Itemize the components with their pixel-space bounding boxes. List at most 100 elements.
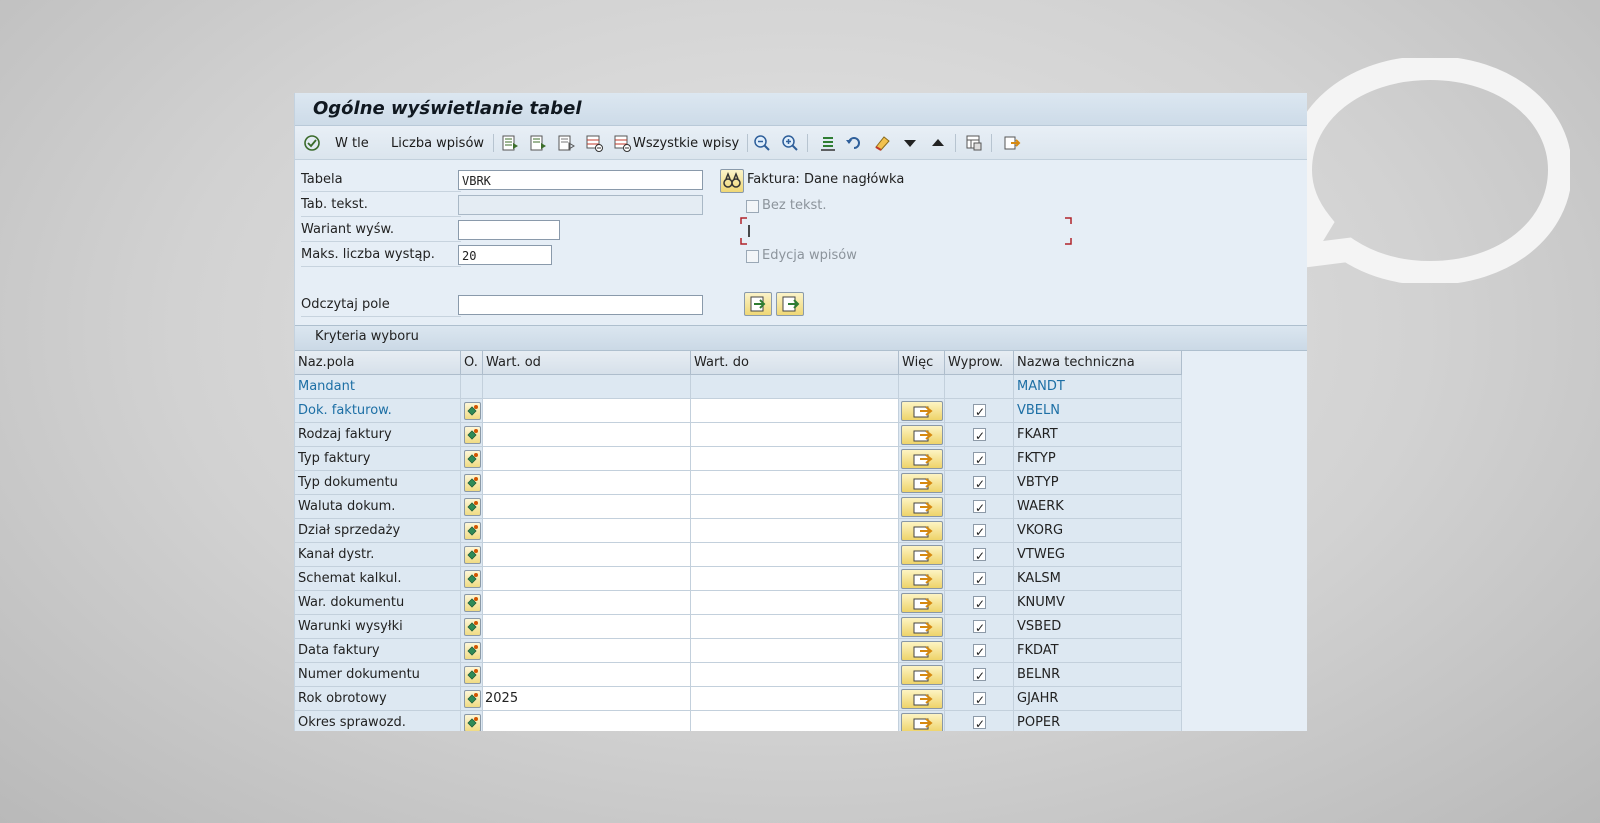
value-from-input[interactable] [483,423,691,447]
col-more[interactable]: Więc [899,351,945,375]
col-field-name[interactable]: Naz.pola [295,351,461,375]
value-from-input[interactable] [483,615,691,639]
multiple-selection-button[interactable] [901,593,943,613]
output-checkbox[interactable] [973,712,986,731]
max-hits-input[interactable]: 20 [458,245,552,265]
value-to-input[interactable] [691,687,899,711]
multiple-selection-button[interactable] [901,617,943,637]
triangle-down-icon[interactable] [901,134,919,152]
selection-option-icon[interactable] [464,426,481,444]
eraser-icon[interactable] [873,134,891,152]
no-text-checkbox[interactable] [746,200,759,213]
multiple-selection-button[interactable] [901,521,943,541]
value-from-input[interactable]: 2025 [483,687,691,711]
value-from-input[interactable] [483,399,691,423]
output-checkbox[interactable] [973,664,986,686]
selection-option-icon[interactable] [464,402,481,420]
col-option[interactable]: O. [461,351,483,375]
value-from-input[interactable] [483,519,691,543]
search-help-button[interactable] [720,169,744,193]
execute-icon[interactable] [303,134,321,152]
multiple-selection-button[interactable] [901,665,943,685]
zoom-in-icon[interactable] [781,134,799,152]
value-from-input[interactable] [483,711,691,731]
selection-option-icon[interactable] [464,666,481,684]
selection-option-icon[interactable] [464,450,481,468]
selection-option-icon[interactable] [464,546,481,564]
value-from-input[interactable] [483,495,691,519]
entry-count-button[interactable]: Liczba wpisów [391,134,484,152]
selection-option-icon[interactable] [464,570,481,588]
triangle-up-icon[interactable] [929,134,947,152]
multiple-selection-button[interactable] [901,569,943,589]
output-checkbox[interactable] [973,592,986,614]
export-icon[interactable] [1003,134,1021,152]
value-to-input[interactable] [691,591,899,615]
edit-entries-checkbox[interactable] [746,250,759,263]
undo-icon[interactable] [845,134,863,152]
value-from-input[interactable] [483,591,691,615]
value-to-input[interactable] [691,471,899,495]
multiple-selection-button[interactable] [901,497,943,517]
all-entries-button[interactable]: Wszystkie wpisy [633,134,739,152]
value-from-input[interactable] [483,447,691,471]
value-to-input[interactable] [691,423,899,447]
multiple-selection-button[interactable] [901,425,943,445]
value-from-input[interactable] [483,663,691,687]
variant-input[interactable] [458,220,560,240]
value-to-input[interactable] [691,447,899,471]
selection-option-icon[interactable] [464,618,481,636]
sort-icon[interactable] [819,134,837,152]
selection-option-icon[interactable] [464,498,481,516]
selection-option-icon[interactable] [464,594,481,612]
multiple-selection-button[interactable] [901,641,943,661]
selection-option-icon[interactable] [464,474,481,492]
read-field-next-button[interactable] [744,292,772,316]
output-checkbox[interactable] [973,520,986,542]
selection-option-icon[interactable] [464,522,481,540]
output-checkbox[interactable] [973,640,986,662]
output-checkbox[interactable] [973,448,986,470]
multiple-selection-button[interactable] [901,713,943,731]
output-checkbox[interactable] [973,424,986,446]
value-to-input[interactable] [691,543,899,567]
selection-option-icon[interactable] [464,642,481,660]
all-entries-icon[interactable] [613,134,631,152]
output-checkbox[interactable] [973,400,986,422]
value-to-input[interactable] [691,663,899,687]
multiple-selection-button[interactable] [901,401,943,421]
multiple-selection-button[interactable] [901,689,943,709]
output-checkbox[interactable] [973,568,986,590]
value-from-input[interactable] [483,543,691,567]
output-checkbox[interactable] [973,496,986,518]
value-from-input[interactable] [483,567,691,591]
zoom-out-icon[interactable] [753,134,771,152]
value-to-input[interactable] [691,615,899,639]
deselect-icon[interactable] [557,134,575,152]
value-to-input[interactable] [691,711,899,731]
select-block-icon[interactable] [529,134,547,152]
selection-option-icon[interactable] [464,714,481,731]
value-to-input[interactable] [691,567,899,591]
col-value-to[interactable]: Wart. do [691,351,899,375]
selection-option-icon[interactable] [464,690,481,708]
output-checkbox[interactable] [973,544,986,566]
multiple-selection-button[interactable] [901,545,943,565]
select-all-icon[interactable] [501,134,519,152]
output-checkbox[interactable] [973,688,986,710]
value-from-input[interactable] [483,471,691,495]
value-to-input[interactable] [691,495,899,519]
col-output[interactable]: Wyprow. [945,351,1014,375]
multiple-selection-button[interactable] [901,473,943,493]
output-checkbox[interactable] [973,616,986,638]
output-checkbox[interactable] [973,472,986,494]
col-value-from[interactable]: Wart. od [483,351,691,375]
value-to-input[interactable] [691,519,899,543]
read-field-input[interactable] [458,295,703,315]
background-button[interactable]: W tle [335,134,369,152]
read-field-back-button[interactable] [776,292,804,316]
value-to-input[interactable] [691,639,899,663]
table-input[interactable]: VBRK [458,170,703,190]
multiple-selection-button[interactable] [901,449,943,469]
col-technical-name[interactable]: Nazwa techniczna [1014,351,1182,375]
